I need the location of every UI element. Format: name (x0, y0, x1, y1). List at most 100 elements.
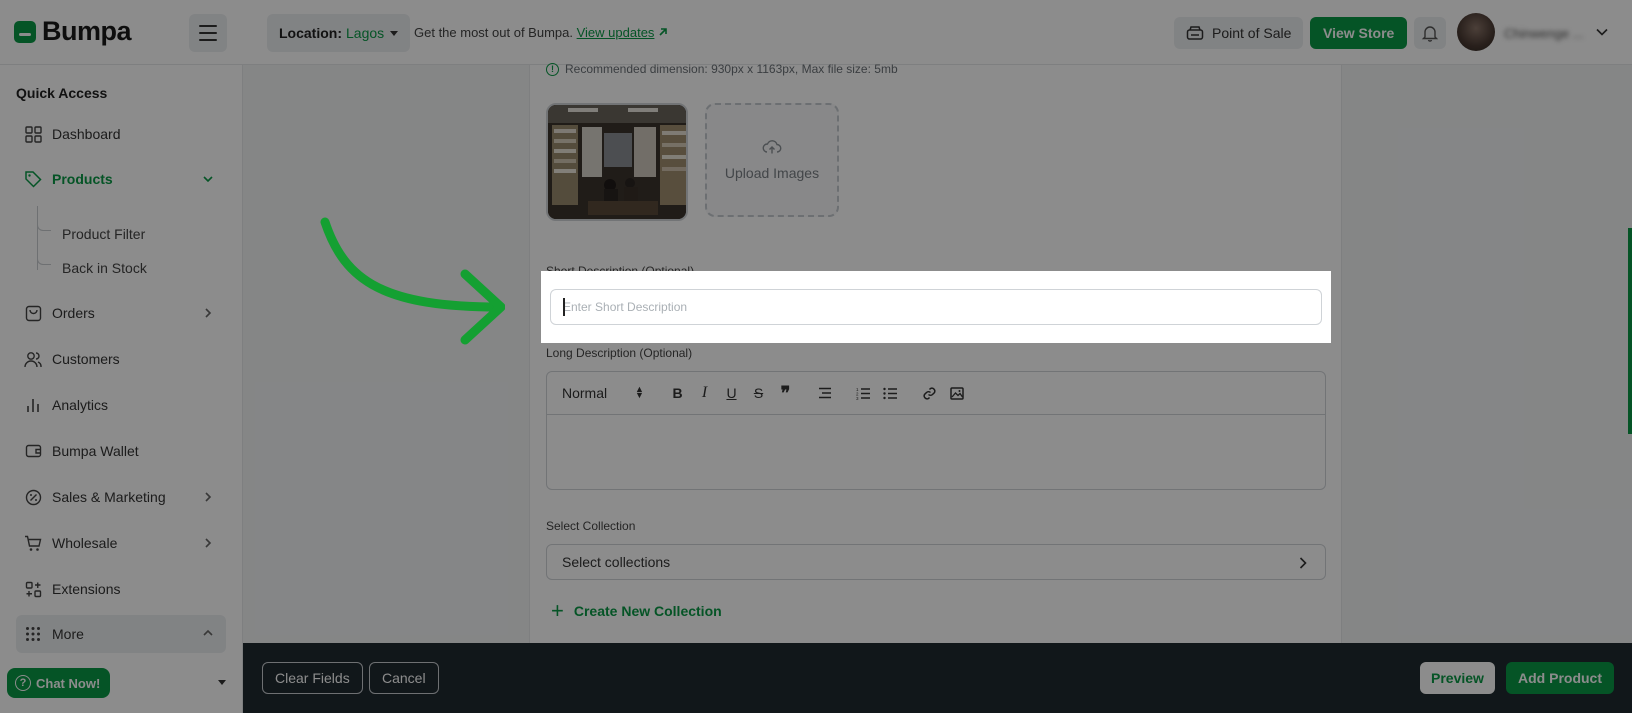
upload-images-dropzone[interactable]: Upload Images (705, 103, 839, 217)
caret-down-icon (390, 30, 399, 36)
cloud-upload-icon (762, 140, 782, 154)
percent-icon (24, 488, 42, 506)
chevron-down-icon (203, 176, 213, 183)
chevron-right-icon (205, 538, 212, 548)
pointer-arrow-icon (320, 217, 505, 345)
cancel-button[interactable]: Cancel (369, 662, 439, 694)
chevron-down-icon[interactable] (1594, 24, 1610, 40)
chevron-right-icon (205, 492, 212, 502)
notifications-button[interactable] (1414, 17, 1446, 49)
chevron-up-icon (203, 629, 213, 636)
long-description-label: Long Description (Optional) (546, 346, 693, 360)
user-avatar[interactable] (1457, 13, 1495, 51)
bell-icon (1421, 26, 1439, 42)
text-cursor (563, 298, 565, 316)
sort-arrows-icon: ▲ ▼ (635, 384, 644, 400)
bullet-list-icon[interactable] (877, 382, 904, 404)
underline-icon[interactable]: U (718, 382, 745, 404)
dimension-hint: ! Recommended dimension: 930px x 1163px,… (546, 62, 898, 76)
sidebar-item-label: Bumpa Wallet (52, 443, 139, 459)
sidebar-item-label: More (52, 626, 84, 642)
bottom-action-bar: Clear Fields Cancel Preview Add Product (243, 643, 1632, 713)
sidebar-subitem-back-in-stock[interactable]: Back in Stock (62, 260, 147, 276)
caret-down-icon[interactable] (218, 680, 226, 685)
sidebar-item-extensions[interactable]: Extensions (16, 571, 226, 607)
updates-banner: Get the most out of Bumpa. View updates (414, 25, 668, 40)
text-format-select[interactable]: Normal ▲ ▼ (562, 384, 652, 402)
sidebar-item-label: Extensions (52, 581, 121, 597)
tag-icon (24, 170, 42, 188)
quick-access-title: Quick Access (16, 85, 108, 101)
hamburger-icon (199, 25, 217, 27)
point-of-sale-button[interactable]: Point of Sale (1174, 17, 1304, 49)
italic-icon[interactable]: I (691, 382, 718, 404)
location-value: Lagos (346, 25, 385, 41)
sidebar-item-label: Wholesale (52, 535, 118, 551)
sidebar-item-products[interactable]: Products (16, 161, 226, 197)
help-circle-icon: ? (15, 675, 31, 691)
clear-fields-button[interactable]: Clear Fields (262, 662, 363, 694)
sidebar-item-label: Products (52, 171, 113, 187)
chevron-right-icon (205, 308, 212, 318)
sidebar-item-dashboard[interactable]: Dashboard (16, 116, 226, 152)
sidebar-item-customers[interactable]: Customers (16, 341, 226, 377)
sidebar-item-sales-marketing[interactable]: Sales & Marketing (16, 479, 226, 515)
product-image-thumbnail[interactable] (546, 103, 688, 221)
extensions-icon (24, 580, 42, 598)
link-icon[interactable] (916, 382, 943, 404)
svg-text:3: 3 (856, 396, 859, 400)
updates-text: Get the most out of Bumpa. (414, 25, 573, 40)
preview-button[interactable]: Preview (1420, 662, 1495, 694)
sidebar-item-label: Orders (52, 305, 95, 321)
location-selector[interactable]: Location: Lagos (267, 14, 411, 52)
bar-chart-icon (24, 396, 42, 414)
wallet-icon (24, 442, 42, 460)
chat-now-button[interactable]: ? Chat Now! (7, 668, 111, 698)
long-description-editor: Normal ▲ ▼ B I U S ❞ 123 (546, 371, 1326, 490)
cart-icon (24, 534, 42, 552)
editor-toolbar: Normal ▲ ▼ B I U S ❞ 123 (547, 372, 1325, 415)
upload-label: Upload Images (724, 165, 820, 181)
sidebar-item-label: Dashboard (52, 126, 121, 142)
sidebar-item-label: Sales & Marketing (52, 489, 166, 505)
short-description-input[interactable] (550, 289, 1322, 325)
dots-grid-icon (24, 625, 42, 643)
info-icon: ! (546, 62, 559, 76)
chevron-right-icon (1299, 557, 1307, 569)
align-icon[interactable] (811, 382, 838, 404)
sidebar-item-bumpa-wallet[interactable]: Bumpa Wallet (16, 433, 226, 469)
view-updates-link[interactable]: View updates (577, 25, 655, 40)
sidebar-item-label: Analytics (52, 397, 109, 413)
scrollbar-thumb[interactable] (1628, 228, 1632, 434)
bumpa-logo[interactable]: Bumpa (14, 16, 132, 47)
user-name: Chinwenge ... (1504, 26, 1584, 41)
add-product-button[interactable]: Add Product (1506, 662, 1614, 694)
strikethrough-icon[interactable]: S (745, 382, 772, 404)
plus-icon: + (551, 598, 564, 623)
sidebar-item-orders[interactable]: Orders (16, 295, 226, 331)
blockquote-icon[interactable]: ❞ (772, 382, 799, 404)
arrow-up-right-icon (659, 28, 667, 36)
bold-icon[interactable]: B (664, 382, 691, 404)
image-icon[interactable] (943, 382, 970, 404)
sidebar-item-analytics[interactable]: Analytics (16, 387, 226, 423)
store-photo (548, 105, 686, 219)
select-collection-label: Select Collection (546, 519, 636, 533)
logo-text: Bumpa (42, 16, 132, 46)
create-new-collection-link[interactable]: + Create New Collection (551, 598, 722, 623)
hamburger-menu-button[interactable] (189, 14, 227, 52)
sidebar-item-more[interactable]: More (16, 615, 226, 653)
sidebar-item-label: Customers (52, 351, 120, 367)
view-store-button[interactable]: View Store (1310, 17, 1408, 49)
chat-label: Chat Now! (36, 675, 101, 691)
bumpa-logo-icon (14, 20, 36, 43)
grid-icon (24, 125, 42, 143)
sidebar-item-wholesale[interactable]: Wholesale (16, 525, 226, 561)
bag-icon (24, 304, 42, 322)
pos-terminal-icon (1186, 26, 1204, 40)
top-header: Bumpa Location: Lagos Get the most out o… (0, 0, 1632, 65)
sidebar-subitem-product-filter[interactable]: Product Filter (62, 226, 145, 242)
select-collections-dropdown[interactable]: Select collections (546, 544, 1326, 580)
ordered-list-icon[interactable]: 123 (850, 382, 877, 404)
users-icon (24, 350, 42, 368)
